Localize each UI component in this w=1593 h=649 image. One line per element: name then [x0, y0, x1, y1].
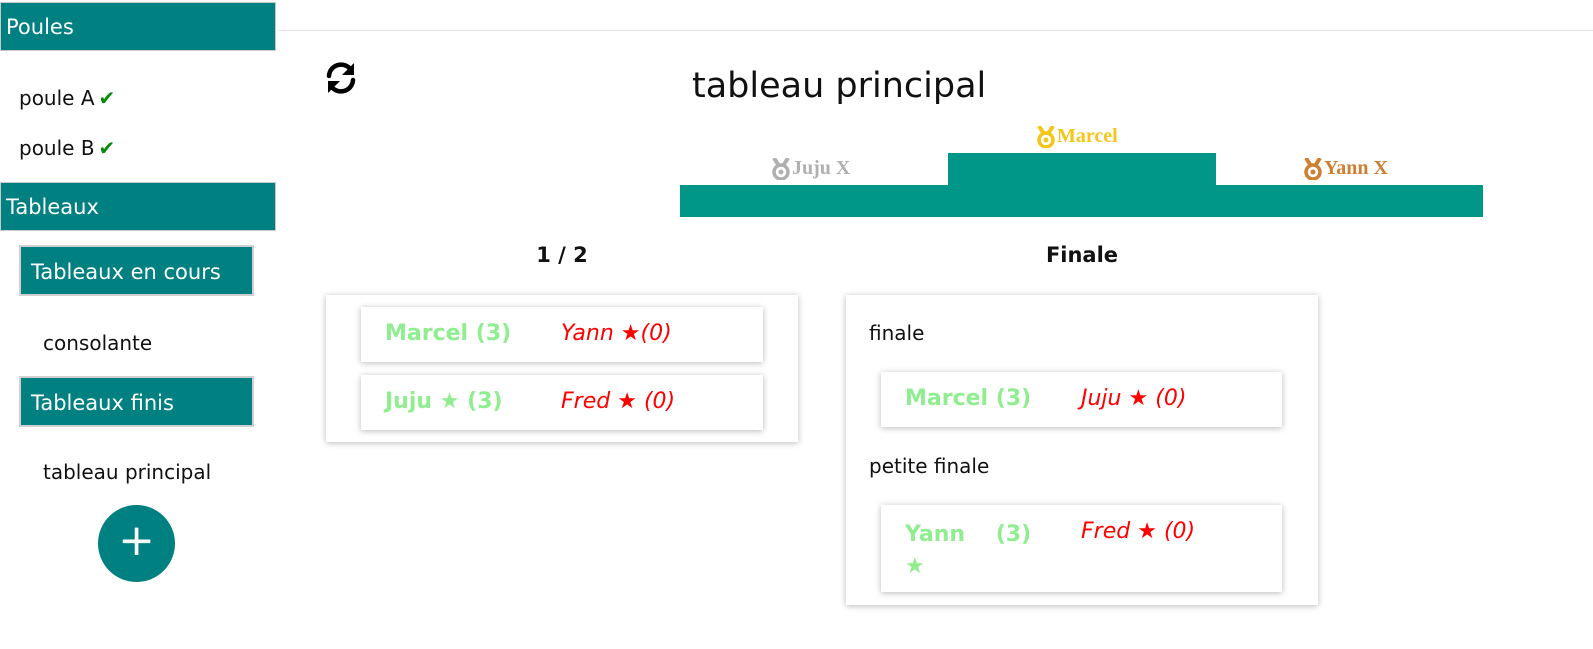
match-card[interactable]: Marcel (3) Yann ★(0): [361, 307, 763, 362]
tableaux-header[interactable]: Tableaux: [0, 182, 276, 231]
star-icon: ★: [617, 389, 637, 414]
winner-score: (3): [995, 386, 1032, 411]
podium-third: Yann X: [1303, 157, 1388, 180]
loser-name: Yann: [561, 321, 614, 346]
podium-second-block: [680, 185, 948, 217]
podium-first-block: [948, 153, 1216, 217]
star-icon: ★: [905, 554, 925, 579]
sidebar-item-poule-a[interactable]: poule A ✔: [19, 86, 115, 110]
podium-third-block: [1216, 185, 1483, 217]
sidebar-item-consolante[interactable]: consolante: [43, 331, 152, 355]
podium-second-name: Juju X: [792, 157, 851, 179]
loser-score: (0): [643, 389, 676, 414]
match-winner: Marcel (3): [905, 386, 1031, 411]
silver-medal-icon: [772, 157, 790, 180]
podium-first-name: Marcel: [1057, 125, 1118, 147]
winner-score: (3): [467, 389, 503, 414]
podium-first: Marcel: [1036, 125, 1118, 148]
podium-third-name: Yann X: [1324, 157, 1388, 179]
star-icon: ★: [1128, 386, 1149, 411]
top-divider: [278, 30, 1593, 31]
winner-name: Yann: [905, 522, 966, 547]
match-card[interactable]: Marcel (3) Juju ★ (0): [881, 372, 1282, 427]
match-card[interactable]: Juju ★ (3) Fred ★ (0): [361, 375, 763, 430]
match-winner: Marcel (3): [385, 321, 511, 346]
gold-medal-icon: [1037, 125, 1055, 148]
poule-label: poule A: [19, 86, 95, 110]
bronze-medal-icon: [1304, 157, 1322, 180]
loser-name: Juju: [1081, 386, 1122, 411]
check-icon: ✔: [98, 136, 116, 160]
round-title-semis: 1 / 2: [536, 243, 588, 267]
sidebar-item-poule-b[interactable]: poule B ✔: [19, 136, 115, 160]
loser-score: (0): [1163, 519, 1196, 544]
star-icon: ★: [620, 321, 641, 346]
sidebar: Poules poule A ✔ poule B ✔ Tableaux Tablea…: [0, 0, 278, 649]
podium-second: Juju X: [771, 157, 850, 180]
match-loser: Fred ★ (0): [561, 389, 675, 414]
match-loser: Fred ★ (0): [1081, 519, 1195, 544]
loser-score: (0): [640, 321, 672, 346]
winner-score: (3): [475, 321, 512, 346]
match-winner: Juju ★ (3): [385, 389, 503, 414]
winner-name: Juju: [385, 389, 433, 414]
poules-header[interactable]: Poules: [0, 2, 276, 51]
match-winner: Yann (3) ★: [905, 519, 1055, 583]
add-button[interactable]: +: [98, 505, 175, 582]
loser-name: Fred: [561, 389, 611, 414]
winner-name: Marcel: [905, 386, 989, 411]
page-title: tableau principal: [692, 66, 987, 106]
tableaux-finis-header[interactable]: Tableaux finis: [19, 376, 254, 427]
refresh-icon[interactable]: [323, 60, 359, 96]
check-icon: ✔: [98, 86, 116, 110]
winner-score: (3): [995, 522, 1032, 547]
star-icon: ★: [1137, 519, 1157, 544]
loser-score: (0): [1155, 386, 1187, 411]
star-icon: ★: [439, 389, 460, 414]
loser-name: Fred: [1081, 519, 1131, 544]
match-loser: Yann ★(0): [561, 321, 672, 346]
petite-finale-label: petite finale: [869, 454, 990, 478]
sidebar-item-tableau-principal[interactable]: tableau principal: [43, 460, 211, 484]
poule-label: poule B: [19, 136, 95, 160]
tableaux-en-cours-header[interactable]: Tableaux en cours: [19, 245, 254, 296]
finale-label: finale: [869, 321, 925, 345]
round-title-final: Finale: [1045, 243, 1119, 267]
match-card[interactable]: Yann (3) ★ Fred ★ (0): [881, 505, 1282, 592]
match-loser: Juju ★ (0): [1081, 386, 1186, 411]
winner-name: Marcel: [385, 321, 469, 346]
